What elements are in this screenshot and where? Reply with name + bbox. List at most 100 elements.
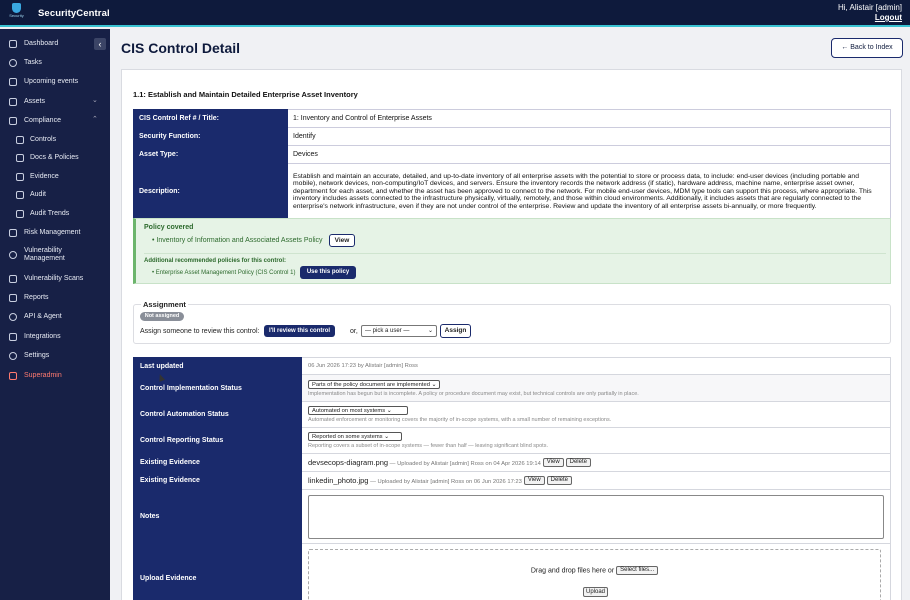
compliance-icon xyxy=(9,117,17,125)
sidebar-item-label: Vulnerability Scans xyxy=(24,275,84,282)
sidebar-item-tasks[interactable]: Tasks xyxy=(0,55,110,71)
sidebar-item-controls[interactable]: Controls xyxy=(0,132,110,148)
sidebar-item-label: Compliance xyxy=(24,117,61,124)
view-policy-button[interactable]: View xyxy=(329,234,355,247)
sidebar-item-label: Docs & Policies xyxy=(30,154,79,161)
logo-text: Security xyxy=(9,13,24,18)
superadmin-icon xyxy=(9,372,17,380)
evidence-row: devsecops-diagram.png — Uploaded by Alis… xyxy=(301,453,891,472)
back-to-index-button[interactable]: ← Back to Index xyxy=(831,38,903,58)
table-row: Control Automation Status Automated on m… xyxy=(133,401,891,428)
app-logo[interactable]: Security xyxy=(8,3,25,22)
sidebar-item-risk-management[interactable]: Risk Management xyxy=(0,225,110,241)
table-row: Control Implementation Status Parts of t… xyxy=(133,374,891,402)
ref-value: 1: Inventory and Control of Enterprise A… xyxy=(287,109,891,128)
tasks-icon xyxy=(9,59,17,67)
sidebar-item-docs-policies[interactable]: Docs & Policies xyxy=(0,150,110,166)
sidebar: ‹ Dashboard Tasks Upcoming events Assets… xyxy=(0,29,110,600)
sidebar-item-audit-trends[interactable]: Audit Trends xyxy=(0,206,110,222)
sidebar-item-vulnerability-scans[interactable]: Vulnerability Scans xyxy=(0,271,110,287)
drop-instructions: Drag and drop files here or Select files… xyxy=(309,565,880,575)
use-this-policy-button[interactable]: Use this policy xyxy=(300,266,356,279)
view-evidence-button[interactable]: View xyxy=(542,458,564,468)
sidebar-item-label: Controls xyxy=(30,136,57,143)
sidebar-item-label: Settings xyxy=(24,352,50,359)
sidebar-item-label: Superadmin xyxy=(24,372,62,379)
notes-textarea[interactable] xyxy=(308,494,884,539)
docs-icon xyxy=(16,154,24,162)
divider xyxy=(144,253,886,254)
sidebar-item-label: Upcoming events xyxy=(24,78,79,85)
sidebar-item-label: Evidence xyxy=(30,173,59,180)
evidence-filename[interactable]: devsecops-diagram.png xyxy=(308,458,388,467)
upload-evidence-label: Upload Evidence xyxy=(133,543,302,600)
table-row: Existing Evidence linkedin_photo.jpg — U… xyxy=(133,471,891,490)
reporting-status-select[interactable]: Reported on some systems ⌄ xyxy=(308,432,402,441)
table-row: Description: Establish and maintain an a… xyxy=(133,163,891,220)
reporting-status-cell: Reported on some systems ⌄ Reporting cov… xyxy=(301,427,891,454)
calendar-icon xyxy=(9,78,17,86)
control-status-table: Last updated 06 Jun 2026 17:23 by Alista… xyxy=(133,357,891,600)
dashboard-icon xyxy=(9,40,17,48)
implementation-status-cell: Parts of the policy document are impleme… xyxy=(301,374,891,402)
implementation-status-select[interactable]: Parts of the policy document are impleme… xyxy=(308,379,441,389)
function-label: Security Function: xyxy=(133,127,288,146)
upload-cell: Drag and drop files here or Select files… xyxy=(301,543,891,600)
vulnerability-icon xyxy=(9,251,17,259)
sidebar-item-assets[interactable]: Assets ⌄ xyxy=(0,94,110,110)
table-row: Control Reporting Status Reported on som… xyxy=(133,427,891,454)
evidence-row: linkedin_photo.jpg — Uploaded by Alistai… xyxy=(301,471,891,490)
ref-label: CIS Control Ref # / Title: xyxy=(133,109,288,128)
policy-item-label: Inventory of Information and Associated … xyxy=(156,237,323,244)
notes-cell xyxy=(301,489,891,544)
reporting-status-value: Reported on some systems xyxy=(312,434,383,440)
reports-icon xyxy=(9,294,17,302)
controls-icon xyxy=(16,136,24,144)
user-greeting: Hi, Alistair [admin] xyxy=(837,3,902,12)
file-drop-zone[interactable]: Drag and drop files here or Select files… xyxy=(308,548,881,600)
sidebar-item-settings[interactable]: Settings xyxy=(0,348,110,364)
assign-button[interactable]: Assign xyxy=(440,324,471,338)
implementation-status-value: Parts of the policy document are impleme… xyxy=(312,381,430,388)
sidebar-item-dashboard[interactable]: Dashboard xyxy=(0,36,110,52)
delete-evidence-button[interactable]: Delete xyxy=(546,476,573,486)
select-files-button[interactable]: Select files... xyxy=(616,565,659,575)
sidebar-item-vulnerability-management[interactable]: Vulnerability Management xyxy=(0,247,110,263)
assets-icon xyxy=(9,98,17,106)
status-badge: Not assigned xyxy=(140,312,184,321)
page-title: CIS Control Detail xyxy=(121,40,241,56)
automation-status-label: Control Automation Status xyxy=(133,401,302,428)
sidebar-item-reports[interactable]: Reports xyxy=(0,290,110,306)
view-evidence-button[interactable]: View xyxy=(523,476,545,486)
sidebar-item-superadmin[interactable]: Superadmin xyxy=(0,368,110,384)
description-value: Establish and maintain an accurate, deta… xyxy=(287,163,891,220)
description-label: Description: xyxy=(133,163,288,220)
table-row: CIS Control Ref # / Title: 1: Inventory … xyxy=(133,109,891,128)
or-label: or, xyxy=(350,328,358,335)
sidebar-item-compliance[interactable]: Compliance ⌃ xyxy=(0,113,110,129)
audit-icon xyxy=(16,191,24,199)
last-updated-value: 06 Jun 2026 17:23 by Alistair [admin] Ro… xyxy=(301,357,891,375)
sidebar-item-upcoming-events[interactable]: Upcoming events xyxy=(0,74,110,90)
table-row: Upload Evidence Drag and drop files here… xyxy=(133,543,891,600)
table-row: Asset Type: Devices xyxy=(133,145,891,164)
sidebar-item-evidence[interactable]: Evidence xyxy=(0,169,110,185)
scan-icon xyxy=(9,275,17,283)
sidebar-item-label: Integrations xyxy=(24,333,61,340)
existing-evidence-label: Existing Evidence xyxy=(133,453,302,472)
last-updated-label: Last updated xyxy=(133,357,302,375)
additional-policy-item: • Enterprise Asset Management Policy (CI… xyxy=(152,270,296,276)
upload-button[interactable]: Upload xyxy=(583,586,608,597)
policy-item: • Inventory of Information and Associate… xyxy=(152,237,323,244)
reporting-status-label: Control Reporting Status xyxy=(133,427,302,454)
sidebar-item-integrations[interactable]: Integrations xyxy=(0,329,110,345)
sidebar-item-api-agent[interactable]: API & Agent xyxy=(0,309,110,325)
evidence-filename[interactable]: linkedin_photo.jpg xyxy=(308,476,368,485)
self-review-button[interactable]: I'll review this control xyxy=(264,325,335,337)
delete-evidence-button[interactable]: Delete xyxy=(565,458,591,468)
automation-status-select[interactable]: Automated on most systems ⌄ xyxy=(308,406,408,415)
sidebar-item-audit[interactable]: Audit xyxy=(0,187,110,203)
logout-link[interactable]: Logout xyxy=(838,13,902,23)
automation-help: Automated enforcement or monitoring cove… xyxy=(308,417,612,423)
user-select[interactable]: — pick a user — ⌄ xyxy=(361,325,437,337)
